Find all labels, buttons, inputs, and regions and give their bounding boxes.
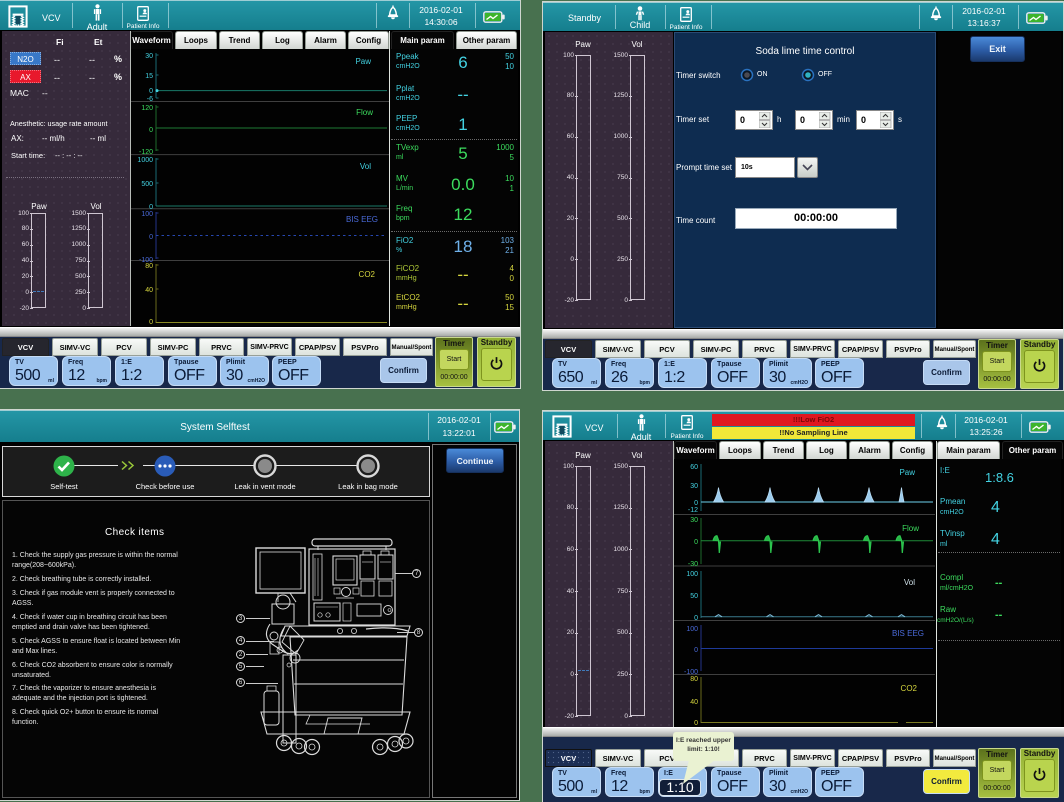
svg-text:-120: -120 xyxy=(139,149,153,156)
svg-text:30: 30 xyxy=(690,517,698,524)
svg-text:CO2: CO2 xyxy=(359,270,376,279)
svg-text:-30: -30 xyxy=(688,561,698,568)
svg-text:Vol: Vol xyxy=(904,578,915,587)
svg-text:120: 120 xyxy=(141,105,153,112)
svg-text:Paw: Paw xyxy=(899,468,915,477)
svg-text:100: 100 xyxy=(686,626,698,633)
svg-text:Flow: Flow xyxy=(902,524,919,533)
svg-text:30: 30 xyxy=(145,53,153,60)
svg-text:-12: -12 xyxy=(688,507,698,514)
svg-text:80: 80 xyxy=(690,676,698,683)
svg-text:BIS EEG: BIS EEG xyxy=(346,215,378,224)
svg-text:BIS EEG: BIS EEG xyxy=(892,629,924,638)
svg-text:100: 100 xyxy=(686,571,698,578)
svg-text:500: 500 xyxy=(141,181,153,188)
svg-text:0: 0 xyxy=(694,720,698,727)
svg-text:0: 0 xyxy=(149,204,153,211)
svg-text:0: 0 xyxy=(694,500,698,507)
svg-text:0: 0 xyxy=(149,234,153,241)
svg-text:Paw: Paw xyxy=(355,57,371,66)
svg-text:0: 0 xyxy=(149,127,153,134)
svg-text:100: 100 xyxy=(141,211,153,218)
svg-text:40: 40 xyxy=(690,699,698,706)
svg-text:0: 0 xyxy=(149,88,153,95)
svg-text:50: 50 xyxy=(690,593,698,600)
svg-text:15: 15 xyxy=(145,73,153,80)
svg-text:Vol: Vol xyxy=(360,162,371,171)
svg-text:0: 0 xyxy=(694,647,698,654)
svg-text:-100: -100 xyxy=(684,669,698,676)
svg-text:Flow: Flow xyxy=(356,108,373,117)
svg-text:80: 80 xyxy=(145,263,153,270)
svg-text:-6: -6 xyxy=(147,96,153,103)
svg-text:1000: 1000 xyxy=(137,157,153,164)
svg-text:60: 60 xyxy=(690,464,698,471)
svg-text:CO2: CO2 xyxy=(901,684,918,693)
svg-text:0: 0 xyxy=(149,319,153,326)
svg-text:30: 30 xyxy=(690,483,698,490)
svg-text:0: 0 xyxy=(694,615,698,622)
svg-text:0: 0 xyxy=(694,539,698,546)
svg-text:40: 40 xyxy=(145,287,153,294)
